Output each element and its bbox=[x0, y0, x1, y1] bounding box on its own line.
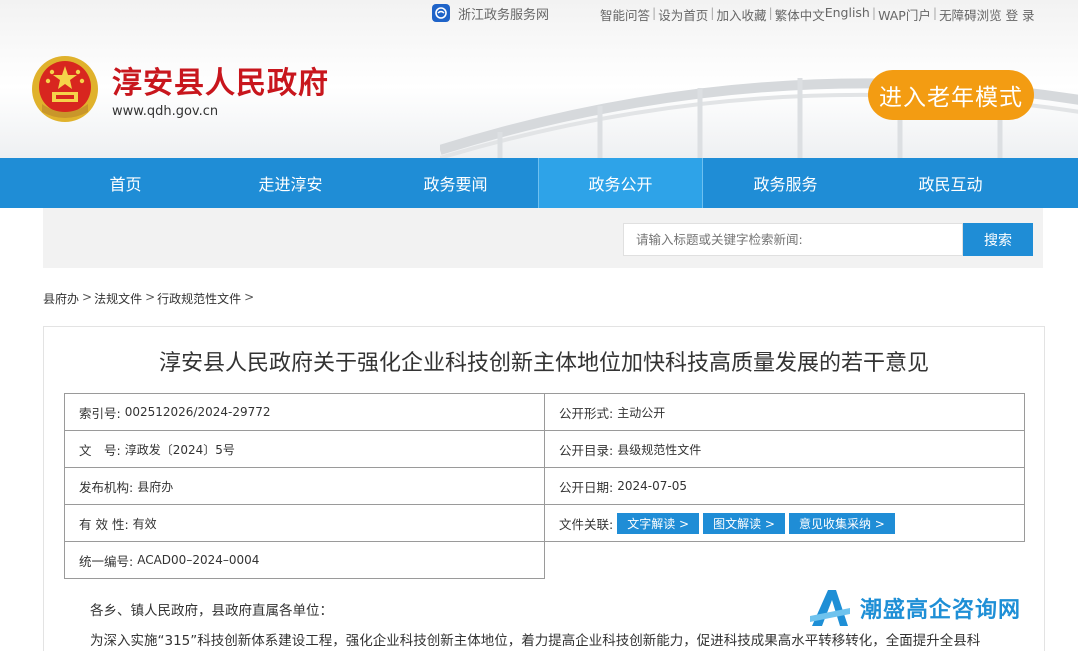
meta-related-cell: 文件关联: 文字解读 > 图文解读 > 意见收集采纳 > bbox=[544, 504, 1025, 542]
article-title: 淳安县人民政府关于强化企业科技创新主体地位加快科技高质量发展的若干意见 bbox=[158, 351, 929, 376]
nav-about-chunan[interactable]: 走进淳安 bbox=[208, 158, 373, 208]
watermark: 潮盛高企咨询网 bbox=[808, 586, 1021, 630]
link-set-homepage[interactable]: 设为首页 bbox=[658, 5, 708, 24]
text-interpretation-button[interactable]: 文字解读 > bbox=[617, 512, 700, 534]
nav-interaction[interactable]: 政民互动 bbox=[868, 158, 1033, 208]
link-english[interactable]: English bbox=[825, 5, 870, 24]
link-add-favorite[interactable]: 加入收藏 bbox=[716, 5, 766, 24]
meta-value: 有效 bbox=[132, 516, 157, 531]
table-row: 发布机构: 县府办 公开日期: 2024-07-05 bbox=[64, 467, 1026, 505]
metadata-table: 索引号: 002512026/2024-29772 公开形式: 主动公开 文 号… bbox=[64, 393, 1026, 579]
meta-label: 有 效 性: bbox=[79, 516, 129, 532]
meta-label: 公开形式: bbox=[559, 405, 614, 421]
meta-value: 县府办 bbox=[137, 479, 174, 494]
link-traditional-chinese[interactable]: 繁体中文 bbox=[775, 5, 825, 24]
search-input[interactable] bbox=[623, 223, 963, 256]
zhejiang-gov-service-link[interactable]: 浙江政务服务网 bbox=[432, 4, 550, 23]
nav-gov-services[interactable]: 政务服务 bbox=[703, 158, 868, 208]
top-links: 智能问答 | 设为首页 | 加入收藏 | 繁体中文 English | WAP门户 | 无… bbox=[600, 5, 1035, 24]
site-title[interactable]: 淳安县人民政府 bbox=[112, 58, 329, 102]
meta-label: 发布机构: bbox=[79, 479, 134, 495]
meta-value: 2024-07-05 bbox=[617, 479, 687, 493]
elder-mode-button[interactable]: 进入老年模式 bbox=[868, 70, 1034, 120]
zhejiang-link-text: 浙江政务服务网 bbox=[458, 7, 550, 23]
meta-validity-cell: 有 效 性: 有效 bbox=[64, 504, 545, 542]
nav-gov-disclosure[interactable]: 政务公开 bbox=[538, 158, 703, 208]
table-row: 索引号: 002512026/2024-29772 公开形式: 主动公开 bbox=[64, 393, 1026, 431]
search-strip: 搜索 bbox=[43, 208, 1043, 268]
link-login[interactable]: 登 录 bbox=[1006, 5, 1035, 24]
site-header: 浙江政务服务网 智能问答 | 设为首页 | 加入收藏 | 繁体中文 English | … bbox=[0, 0, 1078, 158]
link-wap-portal[interactable]: WAP门户 bbox=[878, 5, 931, 24]
meta-docno-cell: 文 号: 淳政发〔2024〕5号 bbox=[64, 430, 545, 468]
meta-value: 淳政发〔2024〕5号 bbox=[124, 442, 235, 457]
zhejiang-logo-icon bbox=[432, 4, 450, 22]
link-accessibility[interactable]: 无障碍浏览 bbox=[939, 5, 1002, 24]
table-row: 统一编号: ACAD00–2024–0004 bbox=[64, 541, 1026, 579]
nav-home[interactable]: 首页 bbox=[43, 158, 208, 208]
meta-catalog-cell: 公开目录: 县级规范性文件 bbox=[544, 430, 1025, 468]
watermark-logo-icon bbox=[810, 590, 850, 626]
meta-code-cell: 统一编号: ACAD00–2024–0004 bbox=[64, 541, 545, 579]
meta-label: 公开日期: bbox=[559, 479, 614, 495]
meta-value: ACAD00–2024–0004 bbox=[137, 553, 260, 567]
meta-label: 公开目录: bbox=[559, 442, 614, 458]
breadcrumb-item[interactable]: 县府办 bbox=[43, 290, 79, 307]
nav-gov-news[interactable]: 政务要闻 bbox=[373, 158, 538, 208]
meta-org-cell: 发布机构: 县府办 bbox=[64, 467, 545, 505]
meta-value: 002512026/2024-29772 bbox=[124, 405, 271, 419]
meta-form-cell: 公开形式: 主动公开 bbox=[544, 393, 1025, 431]
main-nav: 首页 走进淳安 政务要闻 政务公开 政务服务 政民互动 bbox=[0, 158, 1078, 208]
graphic-interpretation-button[interactable]: 图文解读 > bbox=[703, 512, 785, 534]
link-smart-qa[interactable]: 智能问答 bbox=[600, 5, 650, 24]
site-url: www.qdh.gov.cn bbox=[112, 104, 219, 119]
meta-index-cell: 索引号: 002512026/2024-29772 bbox=[64, 393, 545, 431]
meta-label: 文 号: bbox=[79, 442, 121, 458]
meta-label: 索引号: bbox=[79, 405, 121, 421]
meta-value: 县级规范性文件 bbox=[617, 442, 702, 457]
top-utility-bar: 浙江政务服务网 智能问答 | 设为首页 | 加入收藏 | 繁体中文 English | … bbox=[0, 0, 1078, 28]
article-salutation: 各乡、镇人民政府，县政府直属各单位： bbox=[90, 603, 333, 619]
meta-value: 主动公开 bbox=[617, 405, 666, 420]
breadcrumb-item[interactable]: 法规文件 bbox=[94, 290, 142, 307]
search-button[interactable]: 搜索 bbox=[963, 223, 1033, 256]
meta-date-cell: 公开日期: 2024-07-05 bbox=[544, 467, 1025, 505]
table-row: 有 效 性: 有效 文件关联: 文字解读 > 图文解读 > 意见收集采纳 > bbox=[64, 504, 1026, 542]
meta-label: 统一编号: bbox=[79, 553, 134, 569]
article-paragraph: 为深入实施“315”科技创新体系建设工程，强化企业科技创新主体地位，着力提高企业… bbox=[90, 633, 981, 649]
meta-label: 文件关联: bbox=[559, 516, 614, 532]
watermark-text: 潮盛高企咨询网 bbox=[860, 597, 1022, 623]
national-emblem-icon bbox=[32, 56, 98, 122]
table-row: 文 号: 淳政发〔2024〕5号 公开目录: 县级规范性文件 bbox=[64, 430, 1026, 468]
breadcrumb-item[interactable]: 行政规范性文件 bbox=[157, 290, 241, 307]
feedback-adoption-button[interactable]: 意见收集采纳 > bbox=[788, 512, 895, 534]
breadcrumb: 县府办 > 法规文件 > 行政规范性文件 > bbox=[43, 290, 255, 307]
